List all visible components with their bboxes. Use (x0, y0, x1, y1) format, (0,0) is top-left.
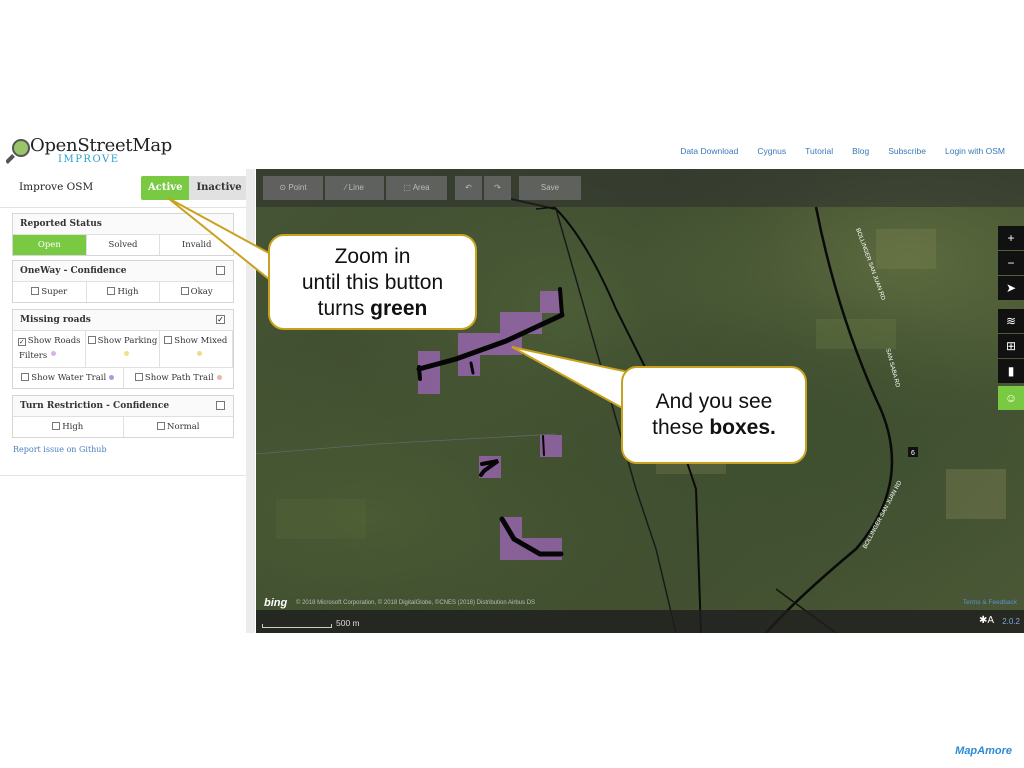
osm-improve-logo[interactable]: OpenStreetMap IMPROVE (6, 134, 206, 168)
callout-text: turns green (317, 297, 428, 320)
panel-title: Reported Status (20, 219, 102, 229)
show-path-trail-option[interactable]: Show Path Trail (124, 368, 234, 388)
oneway-super-option[interactable]: Super (13, 282, 87, 302)
show-water-trail-option[interactable]: Show Water Trail (13, 368, 124, 388)
terms-feedback-link[interactable]: Terms & Feedback (963, 599, 1017, 606)
checkbox-icon (21, 373, 30, 381)
boxes-callout: And you see these boxes. (621, 366, 807, 464)
oneway-checkbox[interactable] (216, 266, 225, 275)
road-label: BOLLINGER SAN JUAN RD (862, 479, 903, 550)
map-data-icon[interactable]: ⊞ (998, 334, 1024, 358)
bug-report-icon[interactable]: ✱A (979, 615, 994, 626)
panel-title: Missing roads (20, 315, 91, 325)
turn-high-option[interactable]: High (13, 417, 124, 437)
logo-title: OpenStreetMap (30, 135, 173, 156)
layers-icon[interactable]: ≋ (998, 309, 1024, 333)
checkbox-icon (52, 422, 61, 430)
callout-text: And you see (655, 390, 773, 413)
callout-text: until this button (301, 271, 444, 294)
zoom-in-icon[interactable]: + (998, 226, 1024, 250)
scale-bar (262, 624, 332, 628)
missing-roads-panel: Missing roads ✓ ✓ Show Roads Show Parking… (12, 309, 234, 389)
sidebar-resizer[interactable] (246, 169, 255, 633)
checkbox-icon: ✓ (17, 338, 26, 346)
missing-roads-checkbox[interactable]: ✓ (216, 315, 225, 324)
checkbox-icon (157, 422, 166, 430)
zoom-out-icon[interactable]: − (998, 251, 1024, 275)
show-mixed-option[interactable]: Show Mixed (160, 331, 233, 367)
checkbox-icon (31, 287, 40, 295)
show-roads-option[interactable]: ✓ Show Roads (13, 331, 87, 367)
status-invalid-button[interactable]: Invalid (160, 235, 233, 255)
scale-label: 500 m (336, 618, 360, 628)
callout-text: these boxes. (652, 416, 776, 439)
missing-road-boxes[interactable] (418, 291, 562, 560)
nav-blog[interactable]: Blog (852, 146, 869, 156)
sidebar-header: Improve OSM Active Inactive (0, 169, 249, 208)
oneway-okay-option[interactable]: Okay (160, 282, 233, 302)
checkbox-icon (134, 373, 143, 381)
add-area-button[interactable]: ⬚ Area (386, 176, 447, 200)
route-number: 6 (911, 450, 915, 457)
top-navigation: Data Download Cygnus Tutorial Blog Subsc… (680, 146, 1005, 156)
map-footer: 500 m ✱A 2.0.2 (256, 610, 1024, 633)
add-line-button[interactable]: ⁄ Line (325, 176, 384, 200)
github-issue-link[interactable]: Report issue on Github (13, 445, 107, 454)
parking-color-dot (124, 351, 129, 356)
zoom-in-callout: Zoom in until this button turns green (268, 234, 477, 330)
imagery-attribution: © 2018 Microsoft Corporation, © 2018 Dig… (296, 600, 536, 606)
logo-subtitle: IMPROVE (58, 154, 120, 165)
magnifier-logo-icon (6, 139, 30, 164)
undo-icon[interactable]: ↶ (455, 176, 482, 200)
redo-icon[interactable]: ↷ (484, 176, 511, 200)
inactive-button[interactable]: Inactive (189, 176, 249, 200)
status-solved-button[interactable]: Solved (87, 235, 161, 255)
geolocate-icon[interactable]: ➤ (998, 276, 1024, 300)
oneway-panel: OneWay - Confidence Super High Okay (12, 260, 234, 303)
active-button[interactable]: Active (141, 176, 190, 200)
bing-logo: bing (264, 597, 288, 609)
save-button[interactable]: Save (519, 176, 581, 200)
status-open-button[interactable]: Open (13, 235, 87, 255)
map-toolbar: ⊙ Point ⁄ Line ⬚ Area ↶ ↷ Save (256, 169, 1024, 207)
checkbox-icon (87, 336, 96, 344)
reported-status-panel: Reported Status Open Solved Invalid (12, 213, 234, 256)
nav-data-download[interactable]: Data Download (680, 146, 738, 156)
sidebar: Improve OSM Active Inactive Reported Sta… (0, 169, 249, 633)
nav-login[interactable]: Login with OSM (945, 146, 1005, 156)
mixed-color-dot (197, 351, 202, 356)
divider (0, 475, 246, 476)
active-toggle: Active Inactive (141, 176, 249, 200)
checkbox-icon (164, 336, 173, 344)
turn-restriction-checkbox[interactable] (216, 401, 225, 410)
show-parking-option[interactable]: Show Parking (86, 331, 160, 367)
nav-cygnus[interactable]: Cygnus (757, 146, 786, 156)
panel-title: Turn Restriction - Confidence (20, 401, 170, 411)
sidebar-title: Improve OSM (19, 181, 94, 193)
nav-tutorial[interactable]: Tutorial (805, 146, 833, 156)
road-label: SAN SABA RD (884, 348, 900, 389)
improve-osm-panel-icon[interactable]: ☺ (998, 386, 1024, 410)
add-point-button[interactable]: ⊙ Point (263, 176, 323, 200)
panel-title: OneWay - Confidence (20, 266, 127, 276)
filters-label: Filters (19, 351, 48, 361)
checkbox-icon (180, 287, 189, 295)
nav-subscribe[interactable]: Subscribe (888, 146, 926, 156)
callout-text: Zoom in (334, 245, 411, 268)
version-label[interactable]: 2.0.2 (1002, 617, 1020, 626)
mapamore-brand-logo: MapAmore (955, 745, 1012, 757)
issues-icon[interactable]: ▮ (998, 359, 1024, 383)
roads-color-dot (51, 351, 56, 356)
road-line (256, 433, 557, 455)
oneway-high-option[interactable]: High (87, 282, 161, 302)
checkbox-icon (107, 287, 116, 295)
turn-restriction-panel: Turn Restriction - Confidence High Norma… (12, 395, 234, 438)
turn-normal-option[interactable]: Normal (124, 417, 234, 437)
